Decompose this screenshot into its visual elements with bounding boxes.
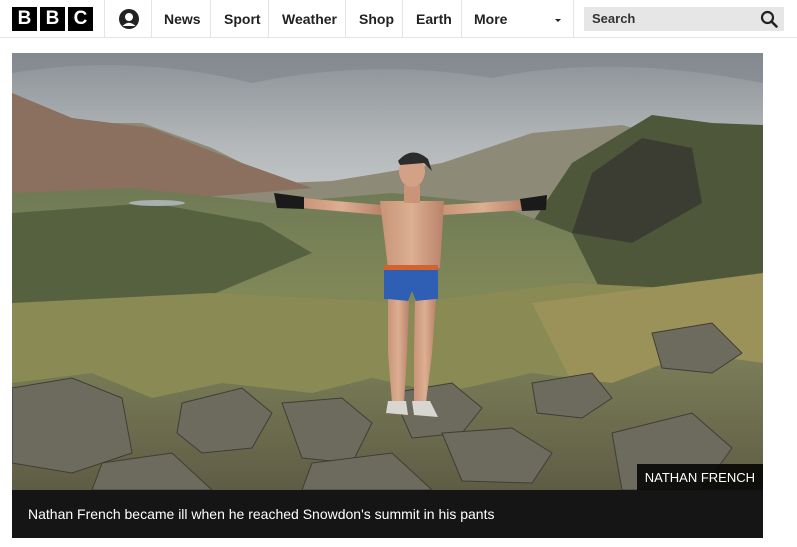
logo-letter: B [40,7,65,31]
nav-divider [461,0,462,38]
image-credit: NATHAN FRENCH [636,464,763,490]
nav-more[interactable]: More [474,0,507,38]
nav-divider [402,0,403,38]
nav-divider [210,0,211,38]
nav-weather[interactable]: Weather [282,0,337,38]
nav-news[interactable]: News [164,0,201,38]
nav-shop[interactable]: Shop [359,0,394,38]
nav-divider [104,0,105,38]
image-caption: Nathan French became ill when he reached… [12,490,763,538]
logo-letter: B [12,7,37,31]
nav-sport[interactable]: Sport [224,0,261,38]
search-placeholder: Search [592,11,636,26]
nav-divider [573,0,574,38]
article-image: NATHAN FRENCH [12,53,763,490]
bbc-logo[interactable]: B B C [12,7,93,31]
search-input[interactable]: Search [584,7,784,31]
nav-divider [345,0,346,38]
search-icon[interactable] [760,10,778,28]
nav-divider [151,0,152,38]
account-icon[interactable] [118,8,140,30]
nav-divider [268,0,269,38]
nav-earth[interactable]: Earth [416,0,452,38]
logo-letter: C [68,7,93,31]
chevron-down-icon[interactable] [552,13,564,25]
top-navigation-bar: B B C News Sport Weather Shop Earth More… [0,0,797,38]
